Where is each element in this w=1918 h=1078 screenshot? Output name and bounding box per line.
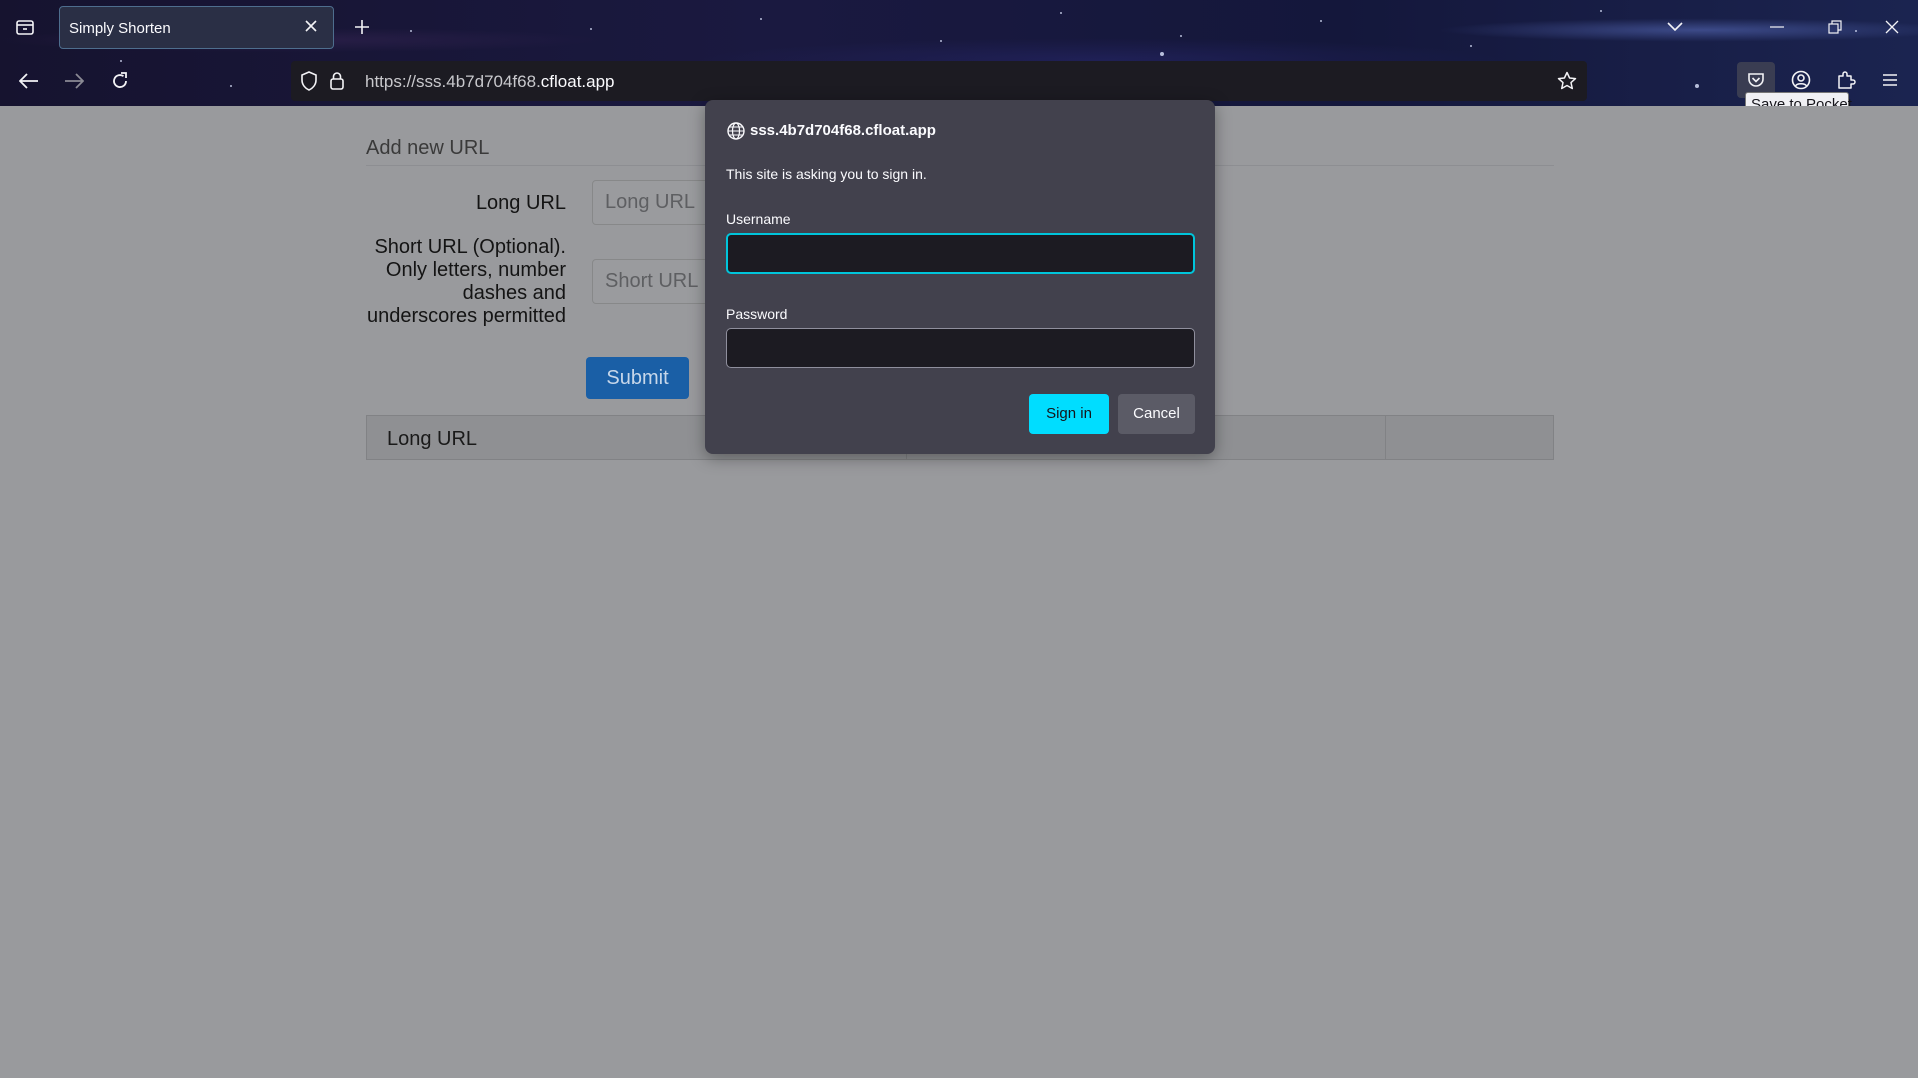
window-close-icon[interactable] [1879,14,1905,40]
dialog-host: sss.4b7d704f68.cfloat.app [750,122,936,139]
tab-simply-shorten[interactable]: Simply Shorten [59,6,334,49]
chevron-down-icon[interactable] [1662,14,1688,40]
url-host: cfloat.app [540,72,615,91]
lock-icon[interactable] [324,68,350,94]
url-scheme: https://sss.4b7d704f68. [365,72,541,91]
tab-list-icon[interactable] [12,14,38,40]
extensions-icon[interactable] [1833,67,1859,93]
back-icon[interactable] [16,68,42,94]
short-url-label-line-2: Only letters, number [385,259,566,281]
shield-icon[interactable] [296,68,322,94]
menu-icon[interactable] [1877,67,1903,93]
tab-title: Simply Shorten [69,20,171,37]
cancel-button[interactable]: Cancel [1118,394,1195,434]
browser-toolbar: Simply Shorten https://sss.4b7d704f68.cf… [0,0,1918,117]
dialog-message: This site is asking you to sign in. [726,166,927,182]
section-title: Add new URL [366,137,490,159]
short-url-label-line-4: underscores permitted [367,305,566,327]
account-icon[interactable] [1788,67,1814,93]
new-tab-icon[interactable] [349,14,375,40]
password-label: Password [726,306,788,322]
address-bar[interactable]: https://sss.4b7d704f68.cfloat.app [291,61,1587,101]
long-url-label: Long URL [475,192,566,214]
sign-in-button[interactable]: Sign in [1029,394,1109,434]
pocket-icon [1743,67,1769,93]
url-text[interactable]: https://sss.4b7d704f68.cfloat.app [365,72,615,92]
submit-button[interactable]: Submit [586,357,689,399]
username-label: Username [726,211,791,227]
sign-in-dialog: sss.4b7d704f68.cfloat.app This site is a… [705,100,1215,454]
username-field[interactable] [726,233,1195,274]
forward-icon[interactable] [61,68,87,94]
short-url-label-line-1: Short URL (Optional). [374,236,566,258]
reload-icon[interactable] [107,68,133,94]
globe-icon [726,121,746,141]
short-url-input[interactable]: Short URL [592,259,712,304]
short-url-label: Short URL (Optional). Only letters, numb… [366,236,566,328]
table-header-long-url: Long URL [387,428,478,450]
star-icon[interactable] [1554,68,1580,94]
short-url-label-line-3: dashes and [462,282,566,304]
close-icon[interactable] [301,16,321,36]
column-divider [1385,416,1386,459]
minimize-icon[interactable] [1764,14,1790,40]
restore-icon[interactable] [1822,14,1848,40]
long-url-input[interactable]: Long URL [592,180,712,225]
password-field[interactable] [726,328,1195,368]
